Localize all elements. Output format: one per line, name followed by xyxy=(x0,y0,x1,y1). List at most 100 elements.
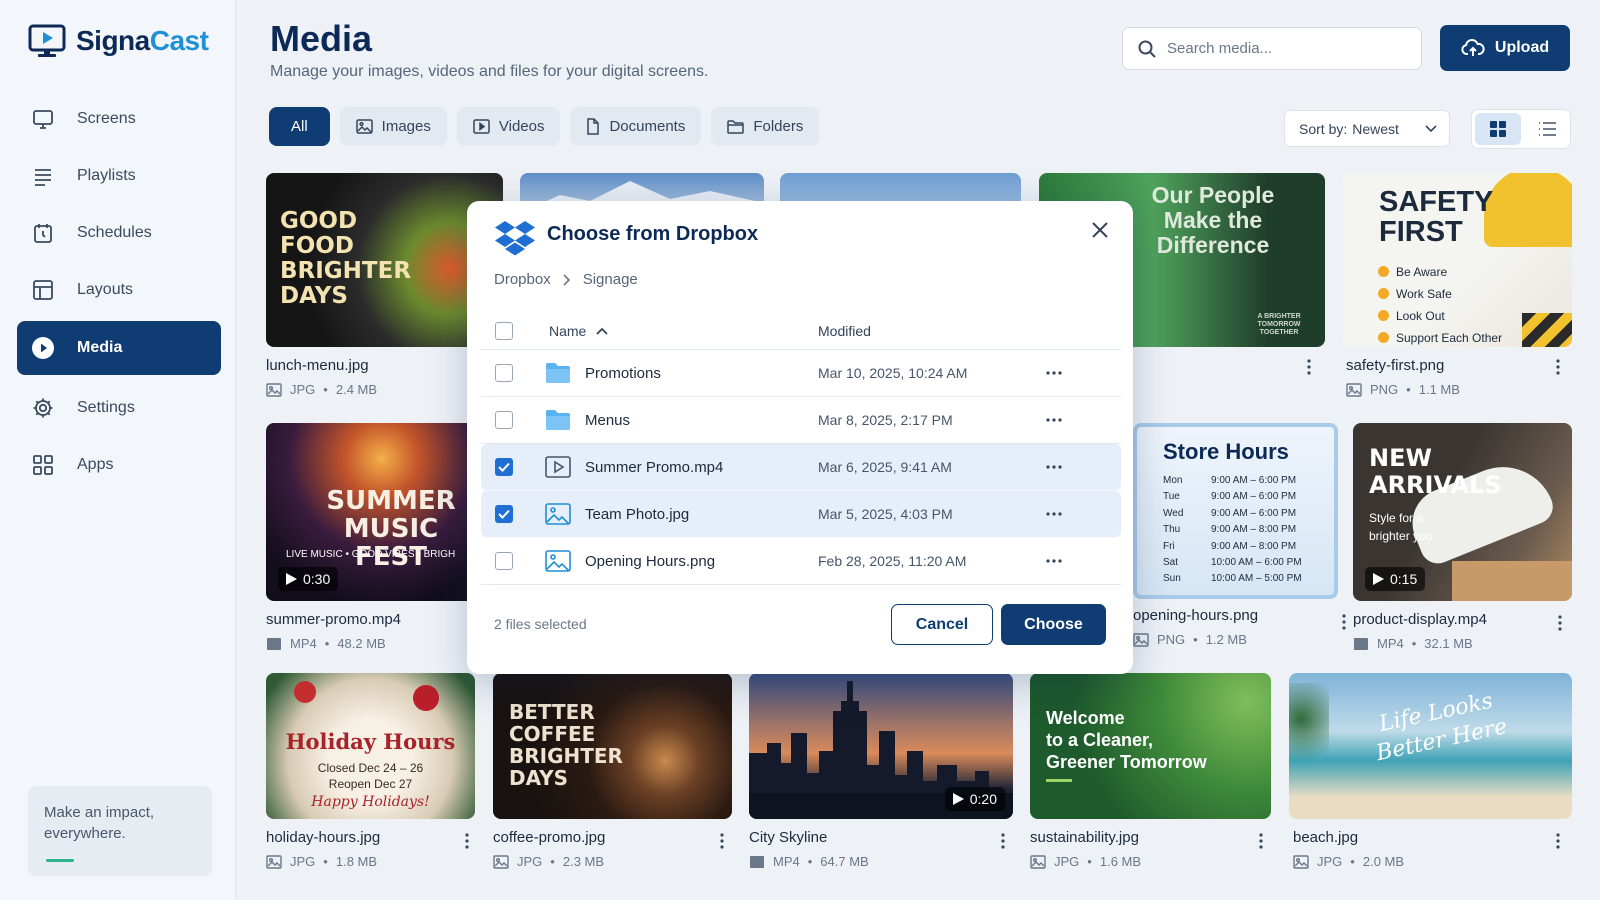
media-card[interactable]: Life Looks Better Here beach.jpg JPG • 2.0… xyxy=(1289,673,1572,869)
close-button[interactable] xyxy=(1091,221,1109,239)
column-header-name[interactable]: Name xyxy=(549,323,586,339)
list-view-button[interactable] xyxy=(1524,110,1570,148)
sidebar-item-layouts[interactable]: Layouts xyxy=(17,263,221,317)
media-type: JPG xyxy=(290,854,316,869)
media-meta: MP4 • 32.1 MB xyxy=(1353,636,1572,651)
tab-all[interactable]: All xyxy=(269,107,330,146)
video-file-icon xyxy=(1354,637,1368,650)
media-size: 1.2 MB xyxy=(1205,632,1247,647)
grid-icon xyxy=(1490,121,1506,137)
table-row[interactable]: Menus Mar 8, 2025, 2:17 PM xyxy=(481,397,1121,444)
more-horizontal-icon[interactable] xyxy=(1046,559,1062,563)
row-checkbox[interactable] xyxy=(495,411,513,429)
safety-item: Be Aware xyxy=(1378,261,1502,283)
more-options-button[interactable] xyxy=(1259,833,1263,849)
play-icon xyxy=(286,573,297,585)
table-row[interactable]: Opening Hours.png Feb 28, 2025, 11:20 AM xyxy=(481,538,1121,585)
safety-item: Work Safe xyxy=(1378,283,1502,305)
media-type: MP4 xyxy=(1377,636,1404,651)
row-checkbox[interactable] xyxy=(495,364,513,382)
close-icon xyxy=(1092,222,1108,238)
row-checkbox-checked[interactable] xyxy=(495,458,513,476)
media-card[interactable]: BETTER COFFEE BRIGHTER DAYS coffee-promo… xyxy=(493,673,732,869)
media-name: City Skyline xyxy=(749,829,828,846)
sidebar: SignaCast Screens Playlists Schedules La… xyxy=(0,0,236,900)
grid-view-button[interactable] xyxy=(1475,113,1521,145)
monitor-icon xyxy=(31,107,55,131)
sidebar-item-schedules[interactable]: Schedules xyxy=(17,206,221,260)
more-options-button[interactable] xyxy=(1556,833,1560,849)
hours-row: Thu 9:00 AM – 8:00 PM xyxy=(1163,524,1297,536)
more-vertical-icon xyxy=(1001,833,1005,849)
play-icon xyxy=(952,793,964,805)
app-logo[interactable]: SignaCast xyxy=(28,24,209,58)
more-horizontal-icon[interactable] xyxy=(1046,418,1062,422)
sort-ascending-icon[interactable] xyxy=(596,327,608,335)
column-header-modified[interactable]: Modified xyxy=(818,323,1038,339)
thumb-title: Store Hours xyxy=(1163,439,1289,464)
safety-item: Support Each Other xyxy=(1378,327,1502,347)
select-all-checkbox[interactable] xyxy=(495,321,513,340)
sidebar-item-label: Screens xyxy=(77,110,136,127)
table-row[interactable]: Promotions Mar 10, 2025, 10:24 AM xyxy=(481,350,1121,397)
media-thumbnail: Life Looks Better Here xyxy=(1289,673,1572,819)
tab-documents[interactable]: Documents xyxy=(570,107,702,146)
more-vertical-icon xyxy=(720,833,724,849)
upload-button[interactable]: Upload xyxy=(1440,25,1570,71)
media-card[interactable]: SAFETY FIRST Be Aware Work Safe Look Out… xyxy=(1343,173,1572,397)
cancel-button[interactable]: Cancel xyxy=(891,604,993,645)
image-icon xyxy=(1133,632,1149,647)
media-meta: JPG • 2.3 MB xyxy=(493,854,732,869)
media-name: coffee-promo.jpg xyxy=(493,829,606,846)
layout-icon xyxy=(31,278,55,302)
more-horizontal-icon[interactable] xyxy=(1046,512,1062,516)
sidebar-item-apps[interactable]: Apps xyxy=(17,438,221,492)
media-card[interactable]: NEW ARRIVALS Style for a brighter you 0:… xyxy=(1353,423,1572,651)
more-options-button[interactable] xyxy=(1558,615,1562,631)
tab-folders[interactable]: Folders xyxy=(711,107,820,146)
media-card[interactable]: Store Hours Mon 9:00 AM – 6:00 PM Tue 9:00… xyxy=(1133,423,1346,647)
more-horizontal-icon[interactable] xyxy=(1046,371,1062,375)
row-checkbox-checked[interactable] xyxy=(495,505,513,523)
sidebar-item-playlists[interactable]: Playlists xyxy=(17,149,221,203)
hours-row: Tue 9:00 AM – 6:00 PM xyxy=(1163,491,1297,503)
more-options-button[interactable] xyxy=(1342,614,1346,630)
sort-dropdown[interactable]: Sort by: Newest xyxy=(1284,110,1450,147)
row-checkbox[interactable] xyxy=(495,552,513,570)
more-vertical-icon xyxy=(1556,359,1560,375)
more-options-button[interactable] xyxy=(1556,359,1560,375)
tab-images[interactable]: Images xyxy=(339,107,447,146)
more-options-button[interactable] xyxy=(720,833,724,849)
media-thumbnail: NEW ARRIVALS Style for a brighter you 0:… xyxy=(1353,423,1572,601)
sidebar-item-screens[interactable]: Screens xyxy=(17,92,221,146)
more-options-button[interactable] xyxy=(1001,833,1005,849)
more-options-button[interactable] xyxy=(1307,359,1311,375)
thumb-line: DAYS xyxy=(280,283,348,309)
sidebar-item-media[interactable]: Media xyxy=(17,321,221,375)
hours-row: Fri 9:00 AM – 8:00 PM xyxy=(1163,540,1297,552)
breadcrumb-item-signage[interactable]: Signage xyxy=(583,271,638,288)
table-row-selected[interactable]: Summer Promo.mp4 Mar 6, 2025, 9:41 AM xyxy=(481,444,1121,491)
thumb-line: Reopen Dec 27 xyxy=(328,777,413,791)
media-card[interactable]: Holiday Hours Closed Dec 24 – 26 Reopen … xyxy=(266,673,475,869)
tab-videos[interactable]: Videos xyxy=(456,107,561,146)
table-row-selected[interactable]: Team Photo.jpg Mar 5, 2025, 4:03 PM xyxy=(481,491,1121,538)
sidebar-item-settings[interactable]: Settings xyxy=(17,381,221,435)
sidebar-item-label: Apps xyxy=(77,456,114,473)
choose-button[interactable]: Choose xyxy=(1001,604,1106,645)
media-type: JPG xyxy=(1317,854,1343,869)
breadcrumb-item-dropbox[interactable]: Dropbox xyxy=(494,271,551,288)
media-card[interactable]: 0:20 City Skyline MP4 • 64.7 MB xyxy=(749,673,1013,869)
more-options-button[interactable] xyxy=(465,833,469,849)
sidebar-item-label: Layouts xyxy=(77,281,134,298)
media-size: 2.0 MB xyxy=(1362,854,1405,869)
search-box[interactable] xyxy=(1122,27,1422,70)
search-input[interactable] xyxy=(1167,40,1407,57)
media-card[interactable]: Welcome to a Cleaner, Greener Tomorrow s… xyxy=(1030,673,1271,869)
tab-label: All xyxy=(291,118,308,135)
media-meta: MP4 • 48.2 MB xyxy=(266,636,476,651)
media-meta: JPG • 1.8 MB xyxy=(266,854,475,869)
more-vertical-icon xyxy=(465,833,469,849)
media-card[interactable]: SUMMER MUSIC FEST LIVE MUSIC • GOOD VIBE… xyxy=(266,423,476,651)
more-horizontal-icon[interactable] xyxy=(1046,465,1062,469)
